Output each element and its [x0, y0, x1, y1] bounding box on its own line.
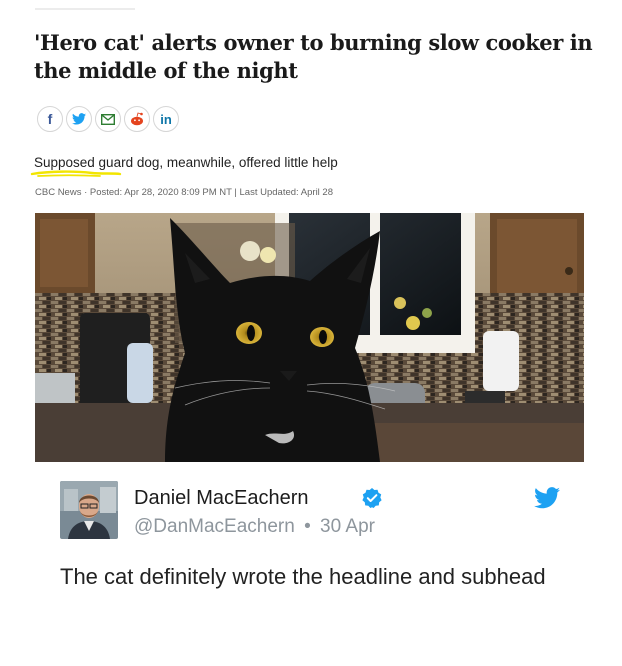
article-meta: CBC News · Posted: Apr 28, 2020 8:09 PM …	[35, 187, 334, 198]
tweet-handle[interactable]: @DanMacEachern	[134, 516, 295, 537]
twitter-icon	[72, 113, 86, 125]
share-buttons: f in	[37, 106, 179, 132]
tweet-author-name[interactable]: Daniel MacEachern	[134, 487, 309, 510]
reddit-icon	[131, 112, 143, 126]
twitter-bird-icon[interactable]	[534, 487, 560, 509]
tweet-text: The cat definitely wrote the headline an…	[60, 564, 546, 589]
tweet-date[interactable]: 30 Apr	[320, 516, 375, 537]
article-headline: 'Hero cat' alerts owner to burning slow …	[34, 30, 593, 83]
embedded-tweet[interactable]: Daniel MacEachern @DanMacEachern • 30 Ap…	[60, 481, 570, 631]
verified-badge-icon	[362, 488, 382, 508]
email-icon	[101, 113, 115, 125]
facebook-icon: f	[47, 111, 53, 127]
reddit-share-button[interactable]	[124, 106, 150, 132]
avatar[interactable]	[60, 481, 118, 539]
facebook-share-button[interactable]: f	[37, 106, 63, 132]
highlight-underline	[30, 170, 122, 177]
tweet-separator: •	[304, 516, 311, 537]
linkedin-icon: in	[160, 111, 172, 127]
email-share-button[interactable]	[95, 106, 121, 132]
top-divider	[35, 8, 135, 10]
twitter-share-button[interactable]	[66, 106, 92, 132]
black-cat-photo	[35, 213, 584, 462]
tweet-handle-row: @DanMacEachern • 30 Apr	[134, 516, 375, 538]
linkedin-share-button[interactable]: in	[153, 106, 179, 132]
